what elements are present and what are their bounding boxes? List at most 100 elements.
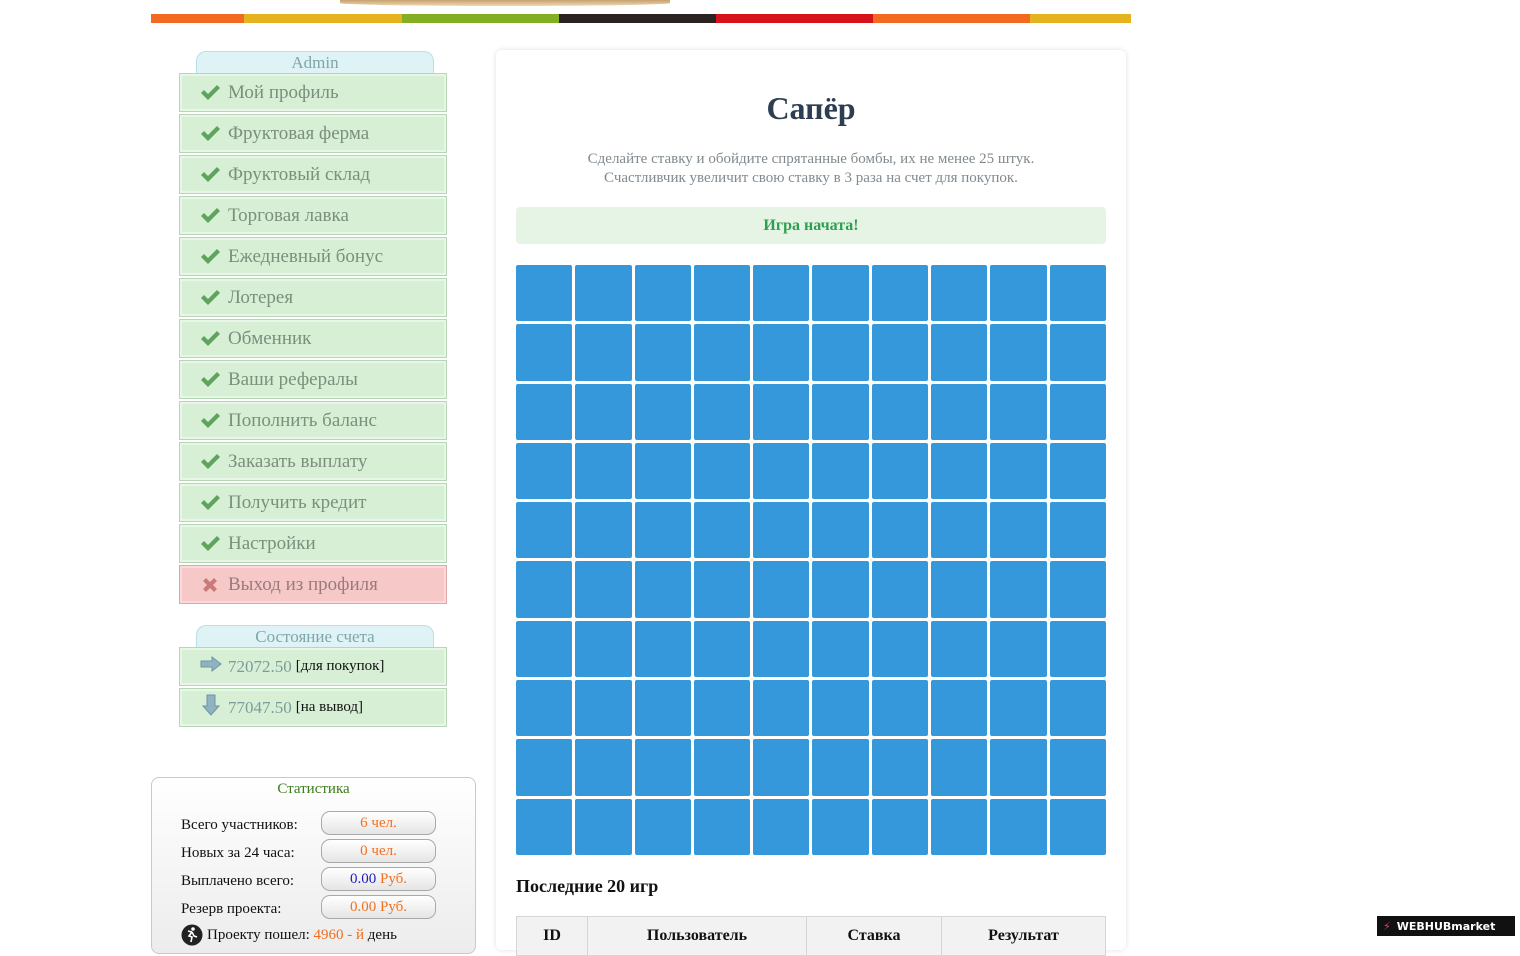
grid-cell[interactable] bbox=[516, 324, 573, 381]
grid-cell[interactable] bbox=[693, 561, 751, 618]
grid-cell[interactable] bbox=[575, 680, 632, 737]
grid-cell[interactable] bbox=[575, 620, 632, 678]
grid-cell[interactable] bbox=[871, 739, 929, 796]
grid-cell[interactable] bbox=[753, 798, 810, 855]
grid-cell[interactable] bbox=[871, 324, 929, 381]
grid-cell[interactable] bbox=[812, 265, 869, 322]
grid-cell[interactable] bbox=[1049, 265, 1106, 322]
sidebar-item[interactable]: Торговая лавка bbox=[179, 196, 447, 235]
grid-cell[interactable] bbox=[753, 739, 810, 796]
grid-cell[interactable] bbox=[753, 502, 810, 559]
grid-cell[interactable] bbox=[575, 265, 632, 322]
grid-cell[interactable] bbox=[575, 561, 632, 618]
grid-cell[interactable] bbox=[516, 680, 573, 737]
grid-cell[interactable] bbox=[812, 324, 869, 381]
grid-cell[interactable] bbox=[812, 383, 869, 440]
grid-cell[interactable] bbox=[753, 680, 810, 737]
grid-cell[interactable] bbox=[990, 324, 1047, 381]
grid-cell[interactable] bbox=[1049, 739, 1106, 796]
grid-cell[interactable] bbox=[575, 502, 632, 559]
grid-cell[interactable] bbox=[634, 324, 691, 381]
webhub-badge[interactable]: ⚡ WEBHUBmarket bbox=[1377, 916, 1515, 936]
grid-cell[interactable] bbox=[693, 265, 751, 322]
grid-cell[interactable] bbox=[693, 798, 751, 855]
grid-cell[interactable] bbox=[1049, 442, 1106, 500]
grid-cell[interactable] bbox=[931, 620, 988, 678]
sidebar-item[interactable]: Обменник bbox=[179, 319, 447, 358]
sidebar-item[interactable]: Ежедневный бонус bbox=[179, 237, 447, 276]
grid-cell[interactable] bbox=[575, 798, 632, 855]
grid-cell[interactable] bbox=[931, 680, 988, 737]
sidebar-item[interactable]: Мой профиль bbox=[179, 73, 447, 112]
grid-cell[interactable] bbox=[812, 442, 869, 500]
grid-cell[interactable] bbox=[812, 620, 869, 678]
grid-cell[interactable] bbox=[634, 561, 691, 618]
grid-cell[interactable] bbox=[871, 265, 929, 322]
grid-cell[interactable] bbox=[1049, 561, 1106, 618]
grid-cell[interactable] bbox=[931, 442, 988, 500]
grid-cell[interactable] bbox=[871, 561, 929, 618]
grid-cell[interactable] bbox=[931, 798, 988, 855]
grid-cell[interactable] bbox=[812, 680, 869, 737]
grid-cell[interactable] bbox=[990, 502, 1047, 559]
grid-cell[interactable] bbox=[753, 620, 810, 678]
grid-cell[interactable] bbox=[693, 620, 751, 678]
sidebar-item[interactable]: Получить кредит bbox=[179, 483, 447, 522]
grid-cell[interactable] bbox=[990, 561, 1047, 618]
sidebar-item[interactable]: Фруктовая ферма bbox=[179, 114, 447, 153]
grid-cell[interactable] bbox=[990, 798, 1047, 855]
grid-cell[interactable] bbox=[871, 383, 929, 440]
grid-cell[interactable] bbox=[516, 739, 573, 796]
grid-cell[interactable] bbox=[516, 265, 573, 322]
grid-cell[interactable] bbox=[693, 680, 751, 737]
grid-cell[interactable] bbox=[516, 442, 573, 500]
grid-cell[interactable] bbox=[812, 502, 869, 559]
sidebar-item[interactable]: Настройки bbox=[179, 524, 447, 563]
grid-cell[interactable] bbox=[575, 324, 632, 381]
grid-cell[interactable] bbox=[634, 620, 691, 678]
grid-cell[interactable] bbox=[1049, 324, 1106, 381]
grid-cell[interactable] bbox=[516, 561, 573, 618]
grid-cell[interactable] bbox=[634, 265, 691, 322]
grid-cell[interactable] bbox=[634, 502, 691, 559]
sidebar-item[interactable]: Выход из профиля bbox=[179, 565, 447, 604]
grid-cell[interactable] bbox=[516, 798, 573, 855]
grid-cell[interactable] bbox=[693, 502, 751, 559]
grid-cell[interactable] bbox=[871, 442, 929, 500]
grid-cell[interactable] bbox=[931, 265, 988, 322]
grid-cell[interactable] bbox=[693, 324, 751, 381]
grid-cell[interactable] bbox=[990, 383, 1047, 440]
grid-cell[interactable] bbox=[575, 383, 632, 440]
grid-cell[interactable] bbox=[1049, 680, 1106, 737]
grid-cell[interactable] bbox=[871, 502, 929, 559]
sidebar-item[interactable]: Пополнить баланс bbox=[179, 401, 447, 440]
sidebar-item[interactable]: Заказать выплату bbox=[179, 442, 447, 481]
grid-cell[interactable] bbox=[990, 680, 1047, 737]
grid-cell[interactable] bbox=[575, 739, 632, 796]
grid-cell[interactable] bbox=[693, 442, 751, 500]
grid-cell[interactable] bbox=[812, 739, 869, 796]
grid-cell[interactable] bbox=[1049, 502, 1106, 559]
grid-cell[interactable] bbox=[812, 798, 869, 855]
grid-cell[interactable] bbox=[516, 620, 573, 678]
grid-cell[interactable] bbox=[693, 739, 751, 796]
grid-cell[interactable] bbox=[634, 383, 691, 440]
grid-cell[interactable] bbox=[931, 739, 988, 796]
grid-cell[interactable] bbox=[871, 620, 929, 678]
grid-cell[interactable] bbox=[753, 324, 810, 381]
grid-cell[interactable] bbox=[871, 680, 929, 737]
grid-cell[interactable] bbox=[990, 739, 1047, 796]
sidebar-item[interactable]: Лотерея bbox=[179, 278, 447, 317]
sidebar-item[interactable]: Фруктовый склад bbox=[179, 155, 447, 194]
grid-cell[interactable] bbox=[753, 561, 810, 618]
grid-cell[interactable] bbox=[1049, 383, 1106, 440]
grid-cell[interactable] bbox=[516, 502, 573, 559]
grid-cell[interactable] bbox=[871, 798, 929, 855]
grid-cell[interactable] bbox=[575, 442, 632, 500]
grid-cell[interactable] bbox=[990, 442, 1047, 500]
grid-cell[interactable] bbox=[1049, 620, 1106, 678]
grid-cell[interactable] bbox=[1049, 798, 1106, 855]
grid-cell[interactable] bbox=[812, 561, 869, 618]
grid-cell[interactable] bbox=[990, 265, 1047, 322]
grid-cell[interactable] bbox=[634, 680, 691, 737]
